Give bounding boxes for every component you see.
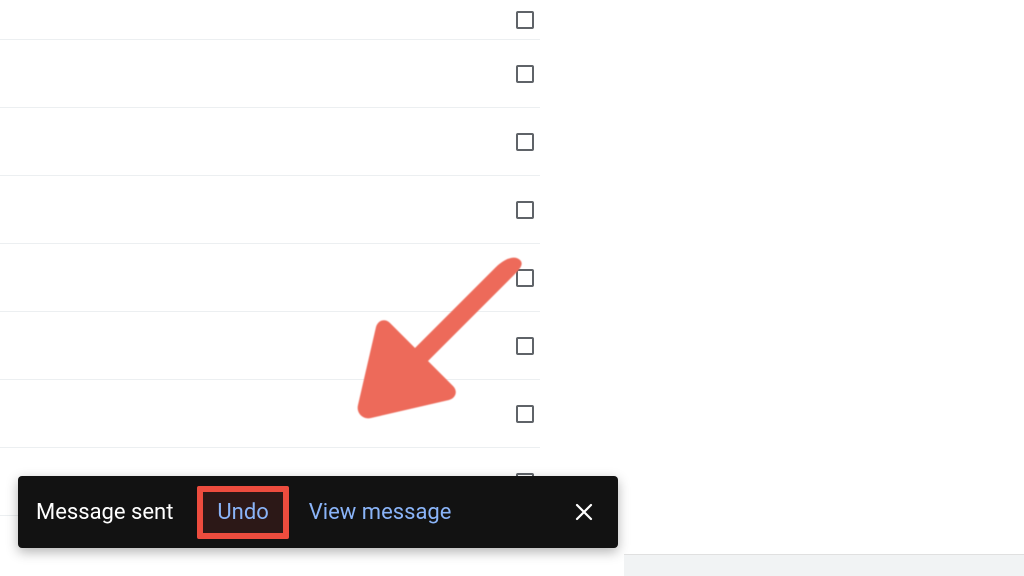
undo-highlight-box: Undo (197, 486, 288, 539)
mail-row[interactable] (0, 244, 540, 312)
select-checkbox[interactable] (516, 269, 534, 287)
select-checkbox[interactable] (516, 133, 534, 151)
mail-row[interactable] (0, 380, 540, 448)
mail-row[interactable] (0, 176, 540, 244)
toast-status-text: Message sent (36, 500, 173, 525)
mail-row[interactable] (0, 40, 540, 108)
undo-button[interactable]: Undo (217, 500, 268, 525)
compose-bar (624, 554, 1024, 576)
select-checkbox[interactable] (516, 337, 534, 355)
select-checkbox[interactable] (516, 405, 534, 423)
select-checkbox[interactable] (516, 11, 534, 29)
close-icon[interactable] (568, 496, 600, 528)
mail-row[interactable] (0, 0, 540, 40)
select-checkbox[interactable] (516, 201, 534, 219)
message-sent-toast: Message sent Undo View message (18, 476, 618, 548)
mail-row[interactable] (0, 312, 540, 380)
select-checkbox[interactable] (516, 65, 534, 83)
mail-row[interactable] (0, 108, 540, 176)
view-message-button[interactable]: View message (309, 500, 452, 525)
